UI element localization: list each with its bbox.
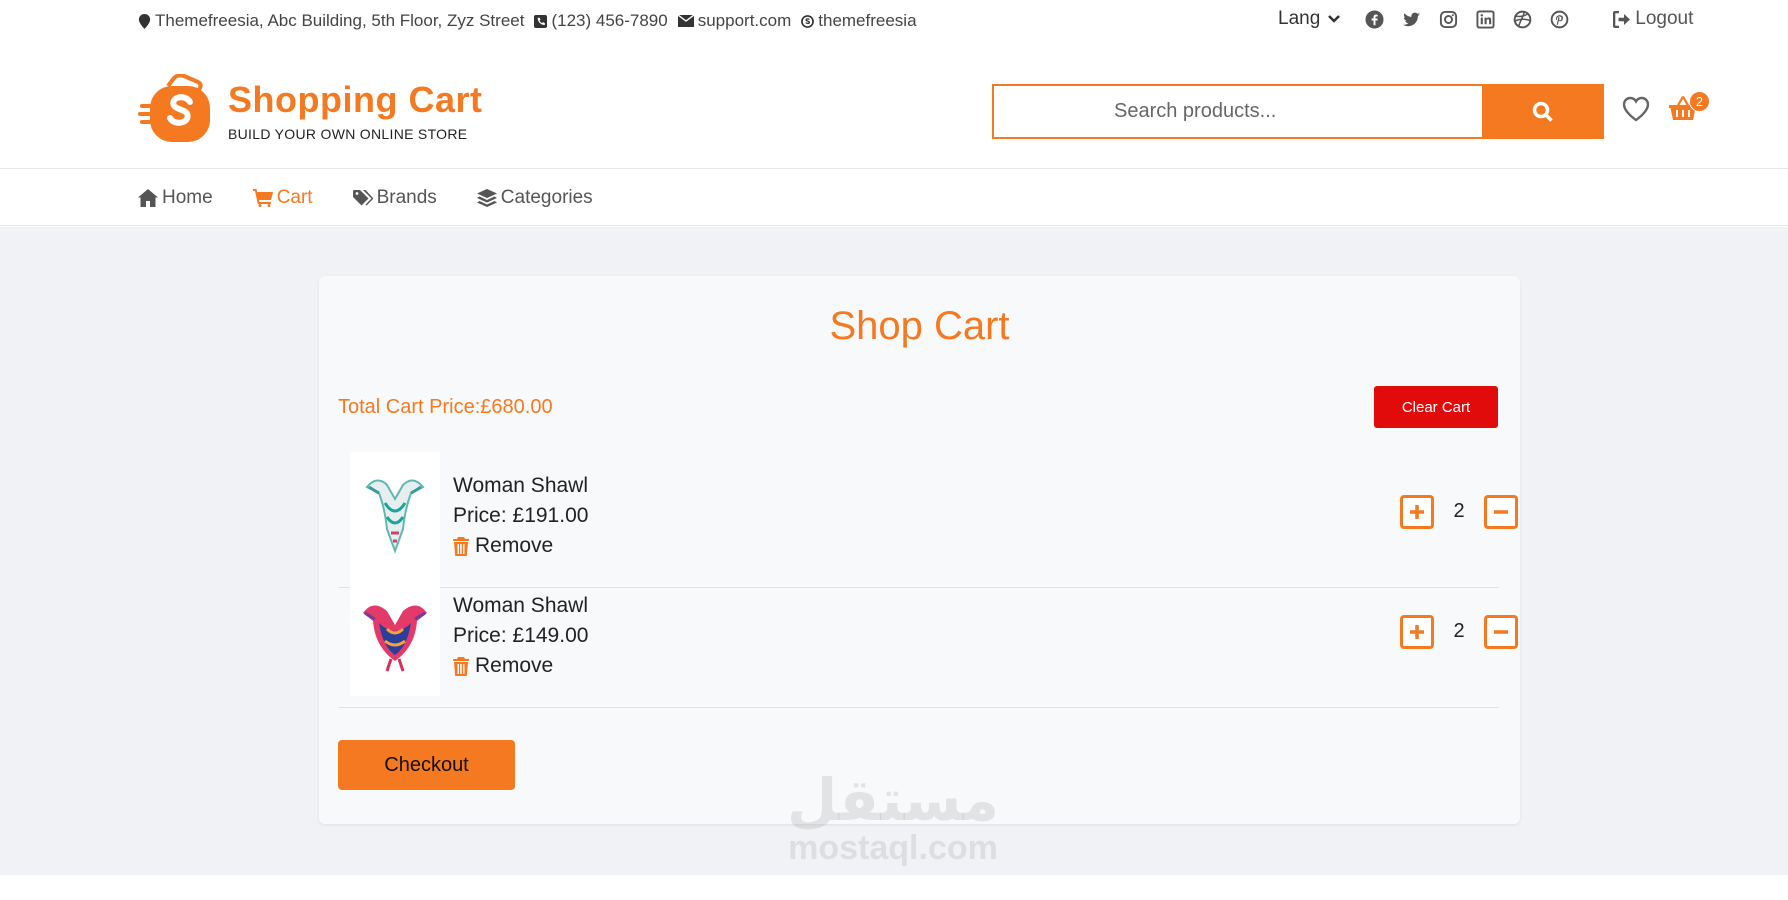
shawl-image-icon xyxy=(365,479,425,554)
instagram-icon xyxy=(1439,10,1457,28)
twitter-icon xyxy=(1402,12,1420,26)
top-bar: Themefreesia, Abc Building, 5th Floor, Z… xyxy=(0,0,1788,42)
twitter-link[interactable] xyxy=(1401,9,1421,29)
social-links xyxy=(1364,9,1586,29)
pinterest-link[interactable] xyxy=(1549,9,1569,29)
remove-item-button[interactable]: Remove xyxy=(453,534,553,558)
home-icon xyxy=(138,189,158,207)
chevron-down-icon xyxy=(1328,15,1341,23)
main-navigation: Home Cart Brands Categories xyxy=(0,170,1788,226)
site-header: Shopping Cart BUILD YOUR OWN ONLINE STOR… xyxy=(0,42,1788,169)
product-price: Price: £149.00 xyxy=(453,624,589,647)
minus-icon xyxy=(1494,630,1508,634)
search-button[interactable] xyxy=(1482,84,1604,139)
brand-text: Shopping Cart BUILD YOUR OWN ONLINE STOR… xyxy=(228,79,483,143)
decrease-quantity-button[interactable] xyxy=(1484,495,1518,529)
remove-label: Remove xyxy=(475,654,554,677)
page-bottom xyxy=(0,875,1788,900)
brand-logo[interactable]: Shopping Cart BUILD YOUR OWN ONLINE STOR… xyxy=(138,74,482,144)
envelope-icon xyxy=(677,15,694,27)
nav-item-label: Home xyxy=(162,187,213,208)
facebook-icon xyxy=(1365,9,1384,29)
skype-icon xyxy=(801,14,815,28)
page-title: Shop Cart xyxy=(829,304,1010,348)
quantity-value: 2 xyxy=(1453,620,1465,642)
minus-icon xyxy=(1494,510,1508,514)
instagram-link[interactable] xyxy=(1438,9,1458,29)
logout-link[interactable]: Logout xyxy=(1613,8,1693,30)
layers-icon xyxy=(476,189,497,207)
contact-info: Themefreesia, Abc Building, 5th Floor, Z… xyxy=(138,11,927,31)
nav-item-brands[interactable]: Brands xyxy=(352,187,437,209)
plus-icon xyxy=(1410,505,1424,519)
language-label: Lang xyxy=(1278,8,1321,29)
tags-icon xyxy=(352,190,373,206)
search-bar xyxy=(992,84,1604,139)
skype-item[interactable]: themefreesia xyxy=(801,11,917,31)
trash-icon xyxy=(453,656,469,676)
cart-button[interactable]: 2 xyxy=(1668,91,1712,126)
linkedin-icon xyxy=(1476,9,1495,29)
email-text: support.com xyxy=(697,11,792,30)
pinterest-icon xyxy=(1550,10,1569,28)
nav-item-home[interactable]: Home xyxy=(138,187,213,209)
nav-item-label: Categories xyxy=(500,187,593,208)
logout-label: Logout xyxy=(1635,8,1694,29)
cart-icon xyxy=(252,189,273,207)
nav-item-label: Brands xyxy=(376,187,437,208)
quantity-value: 2 xyxy=(1453,500,1465,522)
dribbble-icon xyxy=(1513,10,1532,28)
nav-item-cart[interactable]: Cart xyxy=(252,187,313,209)
email-item[interactable]: support.com xyxy=(677,11,792,31)
brand-subtitle: BUILD YOUR OWN ONLINE STORE xyxy=(228,126,468,142)
increase-quantity-button[interactable] xyxy=(1400,495,1434,529)
cart-item: Woman Shawl Price: £191.00 Remove 2 xyxy=(338,452,1518,588)
nav-item-categories[interactable]: Categories xyxy=(476,187,593,209)
phone-text: (123) 456-7890 xyxy=(551,11,668,30)
search-icon xyxy=(1532,101,1553,122)
increase-quantity-button[interactable] xyxy=(1400,615,1434,649)
product-name: Woman Shawl xyxy=(453,594,589,617)
skype-text: themefreesia xyxy=(818,11,917,30)
map-marker-icon xyxy=(138,13,151,29)
wishlist-button[interactable] xyxy=(1622,96,1650,122)
cart-card: Shop Cart Total Cart Price:£680.00 Clear… xyxy=(319,276,1520,824)
address-text: Themefreesia, Abc Building, 5th Floor, Z… xyxy=(155,11,525,30)
top-bar-right: Lang Logout xyxy=(1278,8,1693,30)
phone-icon xyxy=(534,14,548,28)
product-image[interactable] xyxy=(350,452,440,576)
cart-count-badge: 2 xyxy=(1689,91,1710,112)
decrease-quantity-button[interactable] xyxy=(1484,615,1518,649)
language-dropdown[interactable]: Lang xyxy=(1278,8,1341,30)
remove-item-button[interactable]: Remove xyxy=(453,654,553,678)
cart-item: Woman Shawl Price: £149.00 Remove 2 xyxy=(338,572,1518,708)
shopping-bag-logo-icon xyxy=(138,74,210,142)
brand-title: Shopping Cart xyxy=(228,79,483,120)
main-content: Shop Cart Total Cart Price:£680.00 Clear… xyxy=(0,227,1788,875)
search-input[interactable] xyxy=(992,84,1482,139)
facebook-link[interactable] xyxy=(1364,9,1384,29)
product-image[interactable] xyxy=(350,572,440,696)
heart-icon xyxy=(1622,96,1650,122)
dribbble-link[interactable] xyxy=(1512,9,1532,29)
product-name: Woman Shawl xyxy=(453,474,589,497)
trash-icon xyxy=(453,536,469,556)
remove-label: Remove xyxy=(475,534,554,557)
plus-icon xyxy=(1410,625,1424,639)
clear-cart-button[interactable]: Clear Cart xyxy=(1374,386,1498,428)
checkout-button[interactable]: Checkout xyxy=(338,740,515,790)
linkedin-link[interactable] xyxy=(1475,9,1495,29)
product-price: Price: £191.00 xyxy=(453,504,589,527)
sign-out-icon xyxy=(1613,10,1631,28)
nav-items: Home Cart Brands Categories xyxy=(138,187,633,209)
phone-item[interactable]: (123) 456-7890 xyxy=(534,11,668,31)
shawl-image-icon xyxy=(363,605,427,672)
nav-item-label: Cart xyxy=(276,187,313,208)
address-item: Themefreesia, Abc Building, 5th Floor, Z… xyxy=(138,11,524,31)
total-cart-price: Total Cart Price:£680.00 xyxy=(338,396,553,418)
